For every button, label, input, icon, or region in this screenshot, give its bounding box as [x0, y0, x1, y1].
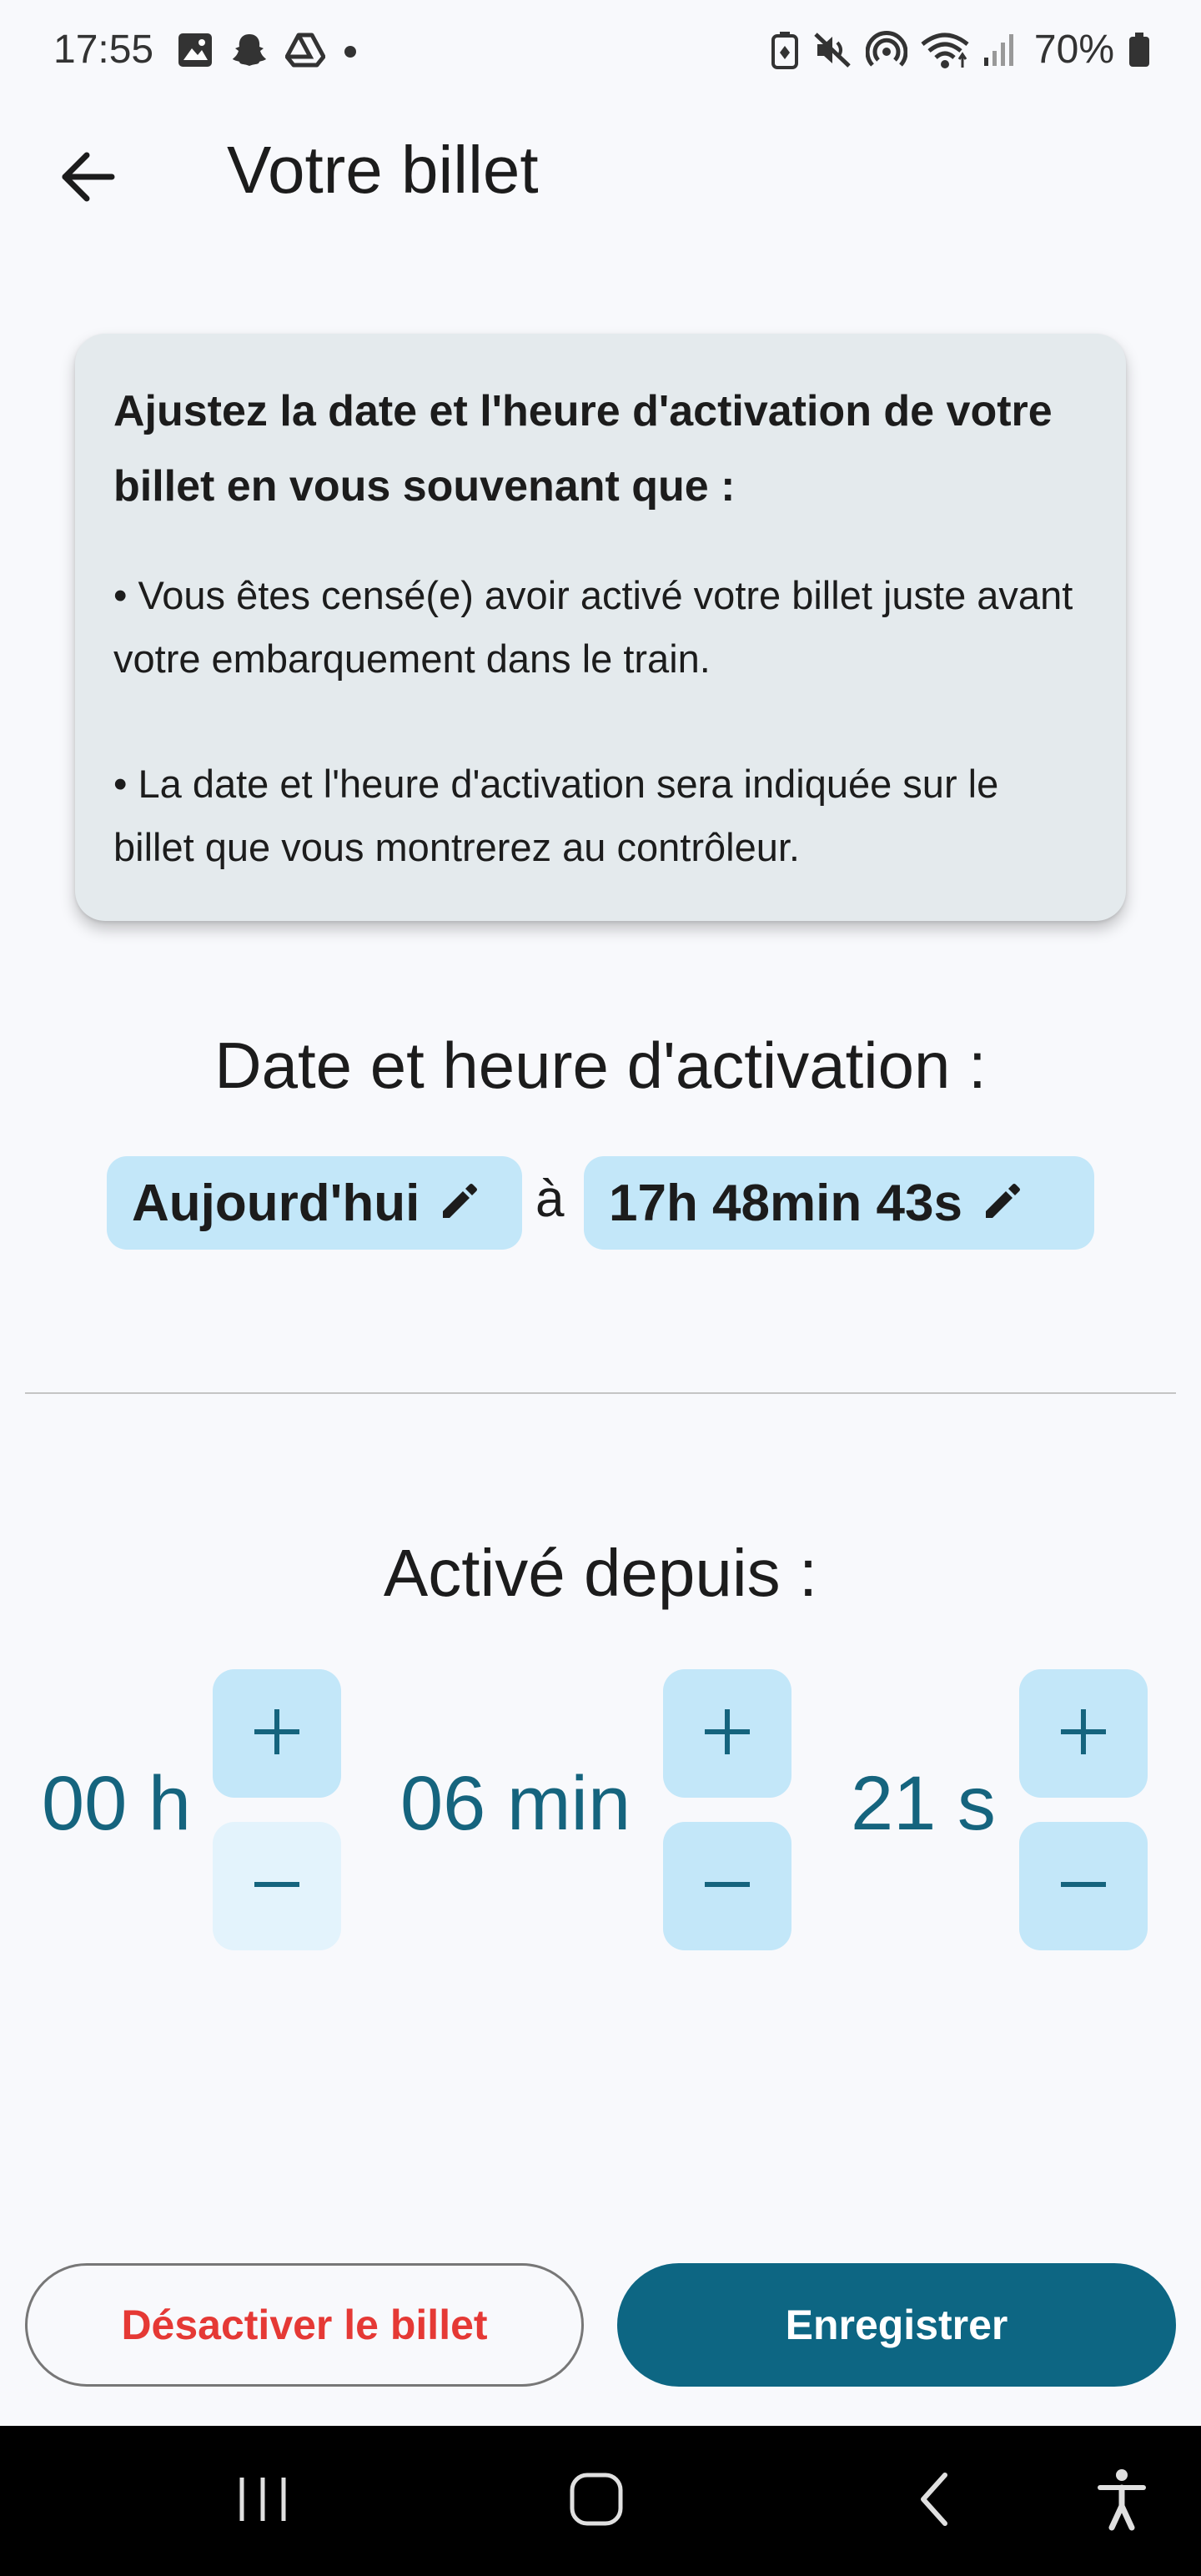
save-button[interactable]: Enregistrer	[617, 2263, 1176, 2387]
info-bullet-controller: • La date et l'heure d'activation sera i…	[113, 762, 999, 869]
back-nav-button[interactable]	[888, 2459, 980, 2543]
home-icon	[567, 2470, 626, 2533]
battery-percent: 70%	[1033, 28, 1114, 72]
status-left-icons	[177, 32, 359, 68]
pencil-icon	[436, 1178, 483, 1229]
wifi-icon	[921, 31, 969, 69]
info-heading: Ajustez la date et l'heure d'activation …	[113, 387, 1053, 511]
time-chip-label: 17h 48min 43s	[609, 1174, 962, 1232]
seconds-value: 21 s	[851, 1761, 996, 1846]
time-chip[interactable]: 17h 48min 43s	[584, 1156, 1094, 1250]
divider	[25, 1392, 1176, 1394]
minus-icon	[251, 1859, 303, 1914]
status-bar: 17:55 70%	[0, 0, 1201, 105]
hours-plus-button[interactable]	[213, 1669, 341, 1798]
accessibility-icon	[1097, 2468, 1147, 2535]
drive-icon	[285, 32, 325, 68]
snapchat-icon	[230, 32, 269, 68]
hours-value: 00 h	[42, 1761, 192, 1846]
minutes-minus-button[interactable]	[663, 1822, 791, 1950]
battery-icon	[1128, 31, 1151, 69]
screen: 17:55 70% Votre billet Ajustez la date e…	[0, 0, 1201, 2576]
hotspot-icon	[865, 30, 907, 69]
active-since-title: Activé depuis :	[383, 1536, 818, 1610]
home-button[interactable]	[550, 2459, 642, 2543]
recents-button[interactable]	[217, 2459, 309, 2543]
minutes-plus-button[interactable]	[663, 1669, 791, 1798]
deactivate-ticket-label: Désactiver le billet	[121, 2302, 488, 2348]
date-time-connector: à	[535, 1170, 565, 1228]
date-chip-label: Aujourd'hui	[132, 1174, 420, 1232]
plus-icon	[251, 1706, 303, 1762]
hours-minus-button[interactable]	[213, 1822, 341, 1950]
info-bullet-boarding: • Vous êtes censé(e) avoir activé votre …	[113, 573, 1073, 681]
arrow-back-icon	[60, 151, 117, 207]
deactivate-ticket-button[interactable]: Désactiver le billet	[25, 2263, 584, 2387]
date-chip[interactable]: Aujourd'hui	[107, 1156, 522, 1250]
back-button[interactable]	[47, 137, 130, 220]
battery-saver-icon	[771, 31, 799, 69]
accessibility-button[interactable]	[1076, 2459, 1168, 2543]
seconds-plus-button[interactable]	[1019, 1669, 1148, 1798]
system-nav-bar	[0, 2426, 1201, 2576]
pencil-icon	[979, 1178, 1026, 1229]
mute-icon	[812, 31, 852, 69]
recents-icon	[234, 2473, 292, 2530]
gallery-icon	[177, 32, 214, 68]
info-card: Ajustez la date et l'heure d'activation …	[75, 334, 1126, 921]
page-title: Votre billet	[227, 133, 539, 207]
dot-icon	[342, 32, 359, 68]
status-right-icons: 70%	[771, 27, 1151, 73]
minus-icon	[701, 1859, 753, 1914]
minus-icon	[1058, 1859, 1109, 1914]
save-label: Enregistrer	[785, 2302, 1008, 2348]
seconds-minus-button[interactable]	[1019, 1822, 1148, 1950]
signal-icon	[982, 31, 1016, 69]
activation-title: Date et heure d'activation :	[214, 1029, 987, 1102]
status-time: 17:55	[53, 28, 154, 72]
app-bar: Votre billet	[0, 105, 1201, 239]
back-nav-icon	[913, 2470, 955, 2533]
minutes-value: 06 min	[400, 1761, 631, 1846]
plus-icon	[1058, 1706, 1109, 1762]
plus-icon	[701, 1706, 753, 1762]
